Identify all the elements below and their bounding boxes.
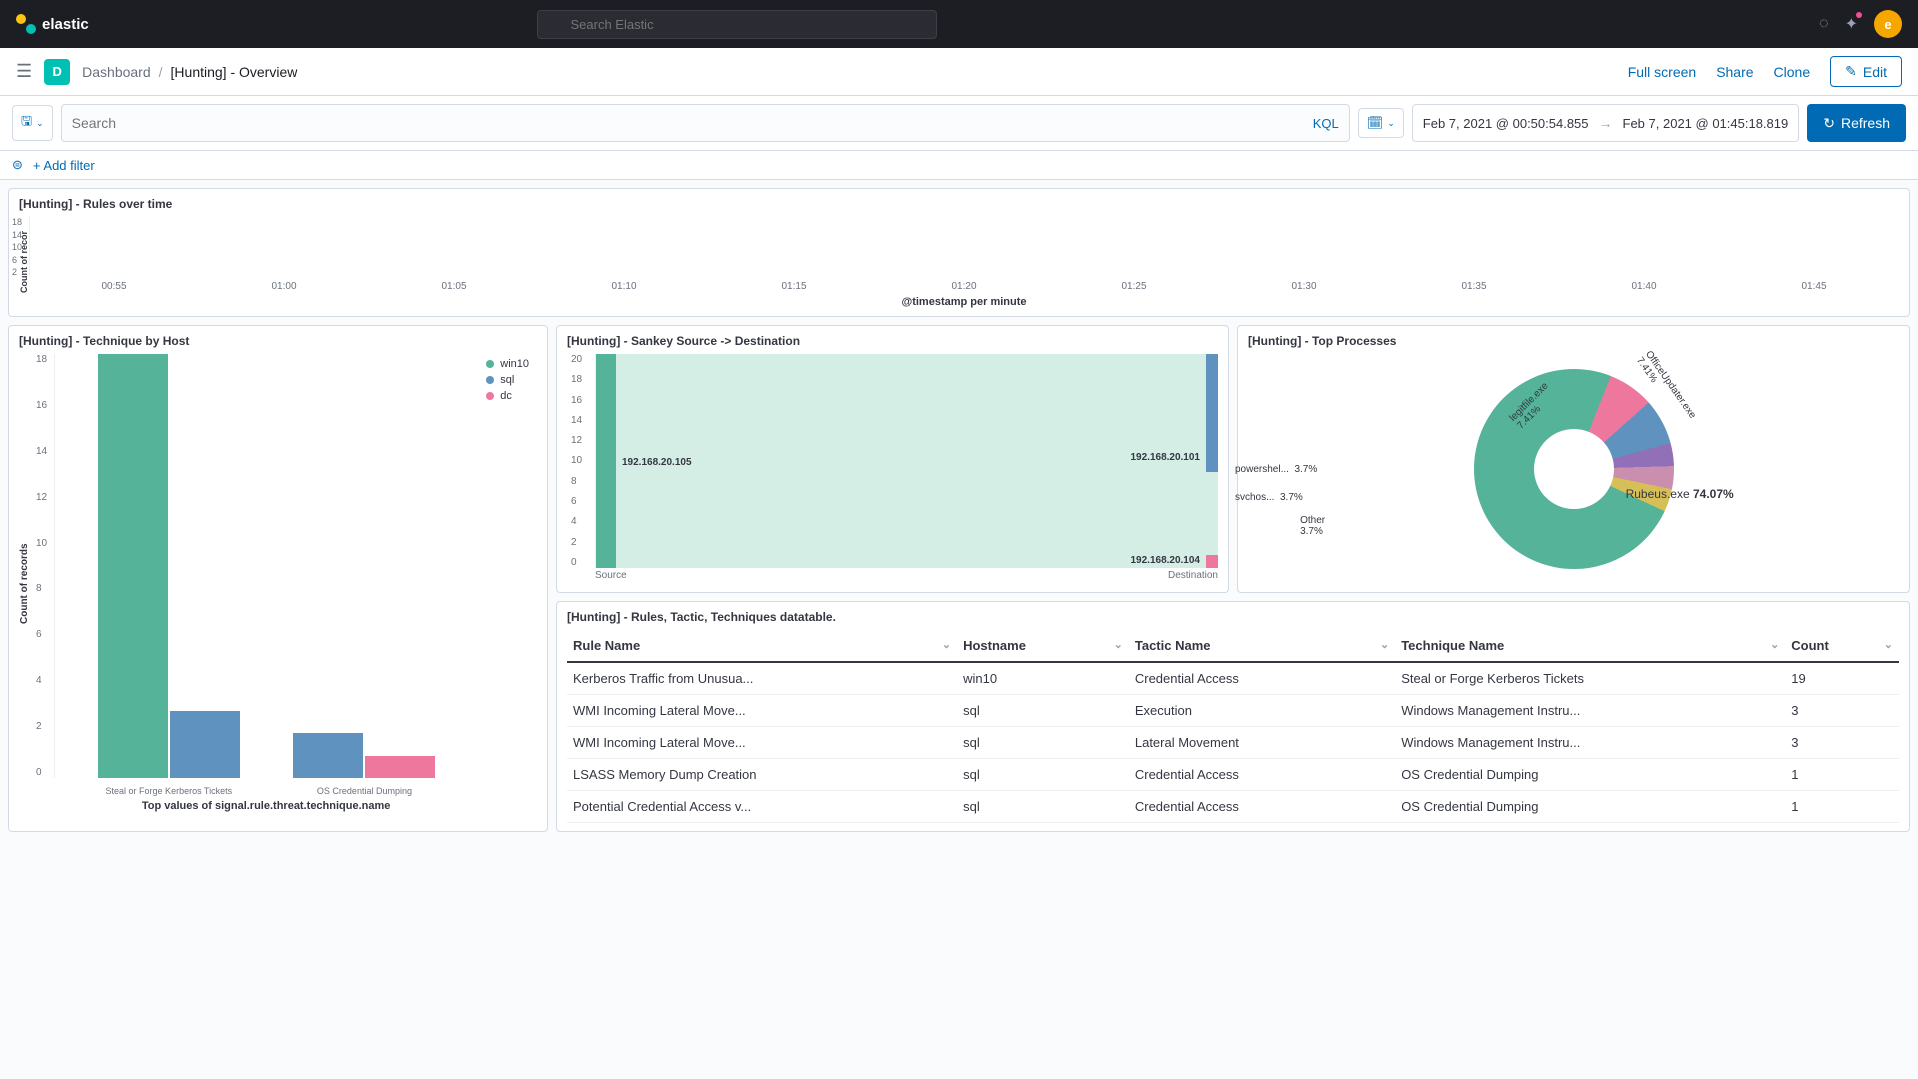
col-tech[interactable]: Technique Name (1395, 630, 1785, 662)
edit-button[interactable]: ✎ Edit (1830, 56, 1902, 87)
technique-by-host-chart[interactable]: Steal or Forge Kerberos TicketsOS Creden… (54, 354, 478, 778)
breadcrumb-sep: / (159, 64, 163, 80)
space-selector[interactable]: D (44, 59, 70, 85)
col-count[interactable]: Count (1785, 630, 1899, 662)
panel-title: [Hunting] - Rules over time (19, 197, 1899, 211)
date-quick-select[interactable]: 🗓 ⌄ (1358, 108, 1404, 138)
table-row[interactable]: Potential Credential Access v...sqlCrede… (567, 791, 1899, 823)
global-search-input[interactable] (537, 10, 937, 39)
date-range-picker[interactable]: Feb 7, 2021 @ 00:50:54.855 → Feb 7, 2021… (1412, 104, 1799, 142)
refresh-icon: ↻ (1823, 115, 1835, 132)
table-row[interactable]: WMI Incoming Lateral Move...sqlExecution… (567, 695, 1899, 727)
chart-ylabel: Count of records (19, 354, 30, 814)
panel-title: [Hunting] - Rules, Tactic, Techniques da… (567, 610, 1899, 624)
breadcrumb-root[interactable]: Dashboard (82, 64, 151, 80)
panel-technique-by-host: [Hunting] - Technique by Host Count of r… (8, 325, 548, 832)
date-to: Feb 7, 2021 @ 01:45:18.819 (1623, 116, 1789, 131)
sankey-source-label: 192.168.20.105 (622, 457, 692, 468)
saved-query-button[interactable]: 🖫 ⌄ (12, 105, 53, 141)
date-from: Feb 7, 2021 @ 00:50:54.855 (1423, 116, 1589, 131)
sankey-src-axis: Source (595, 570, 627, 581)
clone-button[interactable]: Clone (1774, 64, 1811, 80)
panel-sankey: [Hunting] - Sankey Source -> Destination… (556, 325, 1229, 593)
panel-title: [Hunting] - Top Processes (1248, 334, 1899, 348)
table-row[interactable]: WMI Incoming Lateral Move...sqlLateral M… (567, 727, 1899, 759)
sankey-dest-label: 192.168.20.101 (1130, 452, 1200, 463)
pencil-icon: ✎ (1845, 63, 1857, 80)
add-filter-button[interactable]: + Add filter (33, 158, 95, 173)
sankey-dst-axis: Destination (1168, 570, 1218, 581)
col-tactic[interactable]: Tactic Name (1129, 630, 1395, 662)
col-rule[interactable]: Rule Name (567, 630, 957, 662)
panel-datatable: [Hunting] - Rules, Tactic, Techniques da… (556, 601, 1910, 832)
sankey-dest-label: 192.168.20.104 (1130, 555, 1200, 566)
newsfeed-icon[interactable]: ✦ (1845, 14, 1858, 34)
query-input[interactable] (72, 115, 1313, 131)
col-host[interactable]: Hostname (957, 630, 1129, 662)
brand-name: elastic (42, 16, 89, 33)
refresh-button[interactable]: ↻ Refresh (1807, 104, 1906, 142)
chart-xlabel: Top values of signal.rule.threat.techniq… (54, 800, 478, 812)
share-button[interactable]: Share (1716, 64, 1753, 80)
table-row[interactable]: Kerberos Traffic from Unusua...win10Cred… (567, 662, 1899, 695)
sankey-source-node (596, 354, 616, 568)
panel-top-processes: [Hunting] - Top Processes Rubeus.exe 74.… (1237, 325, 1910, 593)
query-language-toggle[interactable]: KQL (1313, 116, 1339, 131)
rules-over-time-chart[interactable]: 18141062 (29, 217, 1899, 277)
panel-title: [Hunting] - Technique by Host (19, 334, 537, 348)
table-row[interactable]: LSASS Memory Dump CreationsqlCredential … (567, 759, 1899, 791)
elastic-logo[interactable]: elastic (16, 14, 89, 34)
arrow-right-icon: → (1599, 115, 1613, 131)
breadcrumb-current: [Hunting] - Overview (171, 64, 298, 80)
donut-main-label: Rubeus.exe 74.07% (1626, 487, 1734, 501)
filter-icon[interactable]: ⊜ (12, 157, 23, 173)
panel-rules-over-time: [Hunting] - Rules over time Count of rec… (8, 188, 1910, 317)
sankey-chart[interactable]: 192.168.20.105 192.168.20.101 192.168.20… (595, 354, 1218, 568)
user-avatar[interactable]: e (1874, 10, 1902, 38)
sankey-dest-node (1206, 555, 1218, 568)
menu-icon[interactable]: ☰ (16, 61, 32, 82)
breadcrumb: Dashboard / [Hunting] - Overview (82, 64, 297, 80)
fullscreen-button[interactable]: Full screen (1628, 64, 1696, 80)
help-icon[interactable]: ◌ (1819, 15, 1829, 33)
top-processes-chart[interactable]: Rubeus.exe 74.07% powershel... 3.7%svcho… (1248, 354, 1899, 584)
panel-title: [Hunting] - Sankey Source -> Destination (567, 334, 1218, 348)
chart-legend: win10sqldc (478, 354, 537, 814)
chart-xlabel: @timestamp per minute (29, 296, 1899, 308)
elastic-logo-icon (16, 14, 36, 34)
rules-table[interactable]: Rule Name Hostname Tactic Name Technique… (567, 630, 1899, 823)
sankey-dest-node (1206, 354, 1218, 472)
